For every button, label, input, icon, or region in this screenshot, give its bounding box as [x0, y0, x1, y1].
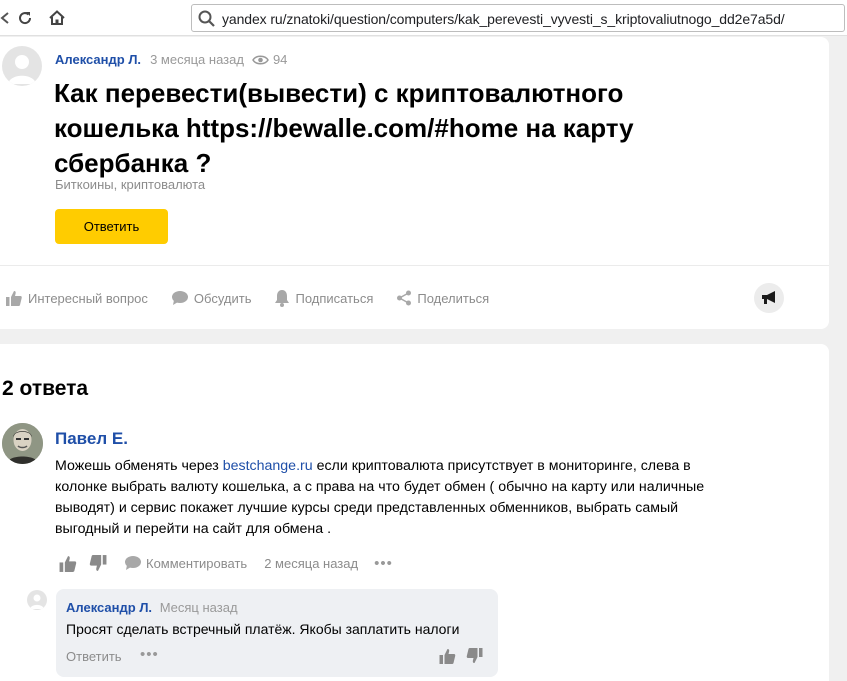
answer-link[interactable]: bestchange.ru — [223, 458, 313, 474]
more-options-icon[interactable]: ••• — [140, 646, 159, 663]
answer-actions: Комментировать 2 месяца назад ••• — [58, 553, 393, 573]
home-icon[interactable] — [46, 7, 68, 29]
reply-button[interactable]: Ответить — [66, 649, 122, 664]
question-card: Александр Л. 3 месяца назад 94 Как перев… — [0, 37, 829, 329]
upvote-button[interactable] — [438, 647, 457, 665]
comment-votes — [438, 647, 492, 665]
answer-text: Можешь обменять через bestchange.ru если… — [55, 458, 705, 537]
browser-toolbar: yandex ru/znatoki/question/computers/kak… — [0, 0, 847, 36]
avatar[interactable] — [2, 46, 42, 86]
question-time: 3 месяца назад — [150, 52, 244, 67]
reload-icon[interactable] — [14, 7, 36, 29]
views-counter: 94 — [252, 52, 287, 67]
interesting-question-button[interactable]: Интересный вопрос — [5, 289, 148, 307]
discuss-button[interactable]: Обсудить — [171, 290, 251, 306]
question-author[interactable]: Александр Л. — [55, 52, 141, 67]
comment-icon — [125, 556, 141, 570]
thumbs-up-icon — [59, 555, 77, 572]
user-photo-icon — [2, 423, 43, 464]
share-icon — [397, 290, 412, 306]
megaphone-icon — [762, 291, 775, 304]
upvote-button[interactable] — [58, 554, 78, 573]
search-icon — [197, 9, 217, 29]
downvote-button[interactable] — [465, 647, 484, 665]
question-tags[interactable]: Биткоины, криптовалюта — [55, 177, 205, 192]
more-options-icon[interactable]: ••• — [374, 555, 393, 572]
thumbs-down-icon — [89, 554, 107, 571]
answer-author[interactable]: Павел Е. — [55, 429, 128, 449]
avatar[interactable] — [2, 423, 43, 464]
eye-icon — [252, 55, 269, 64]
comment-bubble: Александр Л. Месяц назад Просят сделать … — [56, 589, 498, 677]
comment-meta: Александр Л. Месяц назад — [66, 600, 238, 615]
comment-time: Месяц назад — [159, 600, 238, 615]
bell-icon — [275, 290, 290, 307]
views-count: 94 — [272, 52, 288, 67]
url-text: yandex ru/znatoki/question/computers/kak… — [222, 11, 785, 27]
divider — [0, 265, 829, 266]
address-bar[interactable]: yandex ru/znatoki/question/computers/kak… — [191, 4, 845, 32]
question-actions: Интересный вопрос Обсудить Подписаться П… — [5, 288, 512, 308]
subscribe-button[interactable]: Подписаться — [274, 289, 373, 307]
answer-time: 2 месяца назад — [264, 555, 359, 571]
share-button[interactable]: Поделиться — [396, 290, 489, 306]
avatar[interactable] — [27, 590, 47, 610]
answers-count: 2 ответа — [2, 377, 89, 400]
answers-card: 2 ответа Павел Е. Можешь обменять через … — [0, 344, 829, 681]
comment-icon — [171, 291, 188, 305]
comment-text: Просят сделать встречный платёж. Якобы з… — [66, 621, 460, 637]
answer-button[interactable]: Ответить — [55, 209, 168, 244]
thumbs-up-icon — [439, 649, 456, 664]
question-meta: Александр Л. 3 месяца назад 94 — [55, 52, 287, 67]
comment-button[interactable]: Комментировать — [124, 555, 247, 571]
user-silhouette-icon — [30, 594, 44, 609]
page-title: Как перевести(вывести) с криптовалютного… — [54, 78, 634, 178]
user-silhouette-icon — [8, 55, 36, 84]
thumbs-down-icon — [466, 648, 483, 663]
downvote-button[interactable] — [88, 554, 108, 573]
comment-author[interactable]: Александр Л. — [66, 600, 152, 615]
thumbs-up-icon — [6, 291, 22, 306]
promote-button[interactable] — [754, 283, 784, 313]
